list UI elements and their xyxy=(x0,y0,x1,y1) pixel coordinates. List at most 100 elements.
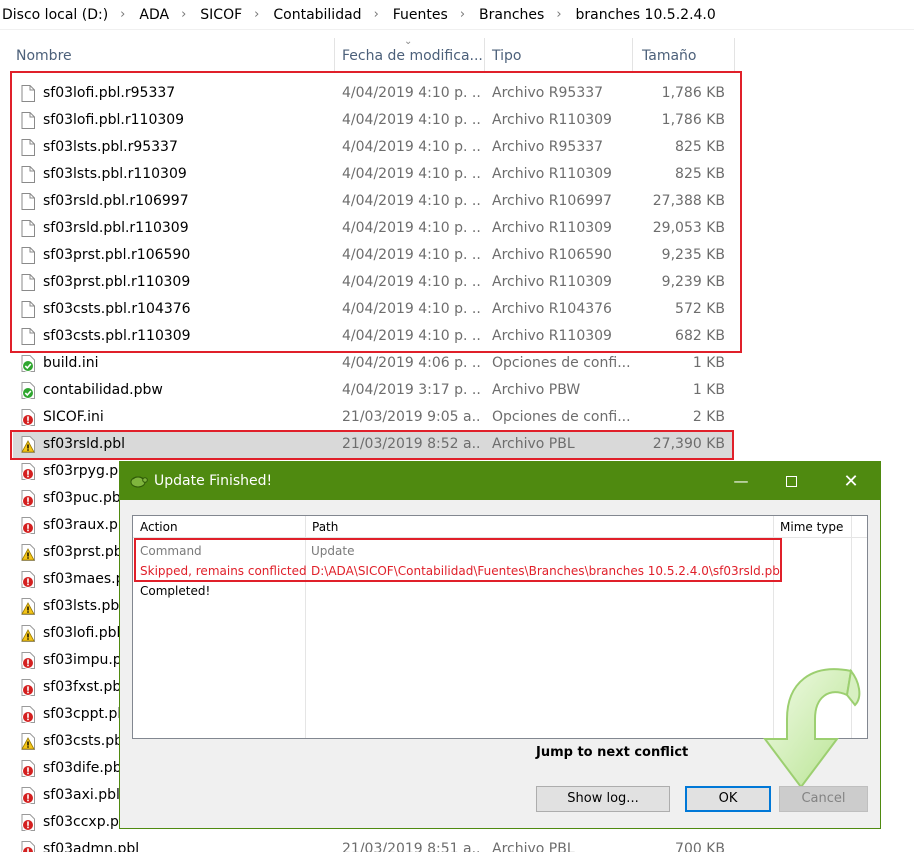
minimize-button[interactable]: — xyxy=(716,462,766,500)
file-size: 1 KB xyxy=(692,382,725,398)
breadcrumb-item[interactable]: branches 10.5.2.4.0 xyxy=(576,7,716,23)
breadcrumb-chevron-icon[interactable]: › xyxy=(181,7,186,22)
jump-to-next-conflict-link[interactable]: Jump to next conflict xyxy=(536,745,688,760)
file-date: 21/03/2019 8:52 a.... xyxy=(342,436,482,452)
update-finished-dialog: Update Finished! — ✕ Action Path Mime ty… xyxy=(119,461,881,829)
breadcrumb-item[interactable]: Disco local (D:) xyxy=(2,7,108,23)
update-arrow-icon xyxy=(763,668,861,789)
file-type: Archivo R106997 xyxy=(492,193,612,209)
breadcrumb-chevron-icon[interactable]: › xyxy=(374,7,379,22)
file-row[interactable]: sf03rsld.pbl.r110309 4/04/2019 4:10 p. ..… xyxy=(13,215,733,242)
ok-button[interactable]: OK xyxy=(685,786,771,812)
maximize-button[interactable] xyxy=(766,462,816,500)
file-row[interactable]: sf03csts.pbl.r104376 4/04/2019 4:10 p. ..… xyxy=(13,296,733,323)
file-size: 9,239 KB xyxy=(661,274,725,290)
file-name: sf03lofi.pbl.r95337 xyxy=(43,85,176,101)
result-path-skipped[interactable]: D:\ADA\SICOF\Contabilidad\Fuentes\Branch… xyxy=(311,561,783,581)
file-date: 21/03/2019 9:05 a.... xyxy=(342,409,482,425)
result-action-command[interactable]: Command xyxy=(140,541,202,561)
file-date: 4/04/2019 4:10 p. ... xyxy=(342,301,482,317)
file-row[interactable]: sf03csts.pbl.r110309 4/04/2019 4:10 p. ..… xyxy=(13,323,733,350)
file-row[interactable]: sf03lofi.pbl.r110309 4/04/2019 4:10 p. ..… xyxy=(13,107,733,134)
column-divider[interactable] xyxy=(484,38,485,72)
minimize-icon: — xyxy=(733,472,749,490)
breadcrumb-item[interactable]: SICOF xyxy=(200,7,242,23)
breadcrumb-item[interactable]: Branches xyxy=(479,7,544,23)
file-name: sf03lofi.pbl.r110309 xyxy=(43,112,185,128)
column-header: ⌄ Nombre Fecha de modifica... Tipo Tamañ… xyxy=(0,36,735,72)
file-size: 682 KB xyxy=(675,328,725,344)
file-date: 4/04/2019 4:10 p. ... xyxy=(342,247,482,263)
file-row[interactable]: sf03rsld.pbl.r106997 4/04/2019 4:10 p. ..… xyxy=(13,188,733,215)
file-date: 4/04/2019 4:10 p. ... xyxy=(342,166,482,182)
file-type: Archivo R104376 xyxy=(492,301,612,317)
column-divider[interactable] xyxy=(734,38,735,72)
file-size: 27,388 KB xyxy=(652,193,725,209)
breadcrumb-chevron-icon[interactable]: › xyxy=(254,7,259,22)
column-divider[interactable] xyxy=(334,38,335,72)
column-divider[interactable] xyxy=(632,38,633,72)
file-type: Archivo R110309 xyxy=(492,328,612,344)
file-name: sf03rsld.pbl.r110309 xyxy=(43,220,189,236)
results-column-path[interactable]: Path xyxy=(305,516,777,538)
column-date[interactable]: Fecha de modifica... xyxy=(336,38,484,72)
file-date: 4/04/2019 4:10 p. ... xyxy=(342,193,482,209)
breadcrumb-chevron-icon[interactable]: › xyxy=(460,7,465,22)
results-listview[interactable]: Action Path Mime type Command Update Ski… xyxy=(132,515,868,789)
result-path-command[interactable]: Update xyxy=(311,541,354,561)
breadcrumb: Disco local (D:) › ADA › SICOF › Contabilidad ›… xyxy=(0,0,914,30)
file-row[interactable]: sf03lsts.pbl.r110309 4/04/2019 4:10 p. ..… xyxy=(13,161,733,188)
file-size: 572 KB xyxy=(675,301,725,317)
breadcrumb-item[interactable]: ADA xyxy=(139,7,169,23)
file-name: sf03rsld.pbl.r106997 xyxy=(43,193,189,209)
file-size: 1,786 KB xyxy=(661,112,725,128)
file-type: Archivo PBL xyxy=(492,841,575,852)
results-column-action[interactable]: Action xyxy=(133,516,305,538)
file-type: Archivo PBW xyxy=(492,382,581,398)
column-name[interactable]: Nombre xyxy=(10,38,330,72)
file-row[interactable]: build.ini 4/04/2019 4:06 p. ... Opciones d… xyxy=(13,350,733,377)
file-row[interactable]: sf03admn.pbl 21/03/2019 8:51 a.... Archivo… xyxy=(13,836,733,852)
breadcrumb-item[interactable]: Contabilidad xyxy=(273,7,361,23)
file-name: build.ini xyxy=(43,355,99,371)
dialog-titlebar[interactable]: Update Finished! — ✕ xyxy=(120,462,880,500)
dialog-title: Update Finished! xyxy=(154,473,273,489)
cancel-button[interactable]: Cancel xyxy=(779,786,868,812)
file-row[interactable]: sf03prst.pbl.r110309 4/04/2019 4:10 p. ..… xyxy=(13,269,733,296)
results-column-mime[interactable]: Mime type xyxy=(773,516,853,538)
file-row[interactable]: SICOF.ini 21/03/2019 9:05 a.... Opciones d… xyxy=(13,404,733,431)
file-row[interactable]: sf03lofi.pbl.r95337 4/04/2019 4:10 p. ...… xyxy=(13,80,733,107)
column-size[interactable]: Tamaño xyxy=(636,38,732,72)
tortoise-icon xyxy=(130,476,148,488)
breadcrumb-chevron-icon[interactable]: › xyxy=(120,7,125,22)
file-row[interactable]: sf03prst.pbl.r106590 4/04/2019 4:10 p. ..… xyxy=(13,242,733,269)
file-type: Archivo R110309 xyxy=(492,220,612,236)
breadcrumb-chevron-icon[interactable]: › xyxy=(556,7,561,22)
file-type: Opciones de confi... xyxy=(492,409,631,425)
result-action-skipped[interactable]: Skipped, remains conflicted xyxy=(140,561,307,581)
file-date: 4/04/2019 3:17 p. ... xyxy=(342,382,482,398)
show-log-button[interactable]: Show log... xyxy=(536,786,670,812)
file-type: Opciones de confi... xyxy=(492,355,631,371)
file-date: 4/04/2019 4:10 p. ... xyxy=(342,85,482,101)
column-type[interactable]: Tipo xyxy=(486,38,632,72)
file-size: 1 KB xyxy=(692,355,725,371)
file-row[interactable]: sf03lsts.pbl.r95337 4/04/2019 4:10 p. ...… xyxy=(13,134,733,161)
file-size: 825 KB xyxy=(675,139,725,155)
file-type: Archivo R95337 xyxy=(492,139,604,155)
file-date: 4/04/2019 4:10 p. ... xyxy=(342,112,482,128)
file-type: Archivo PBL xyxy=(492,436,575,452)
file-row[interactable]: sf03rsld.pbl 21/03/2019 8:52 a.... Archivo… xyxy=(13,431,733,458)
file-type: Archivo R110309 xyxy=(492,112,612,128)
file-size: 2 KB xyxy=(692,409,725,425)
breadcrumb-item[interactable]: Fuentes xyxy=(393,7,448,23)
file-name: SICOF.ini xyxy=(43,409,104,425)
maximize-icon xyxy=(785,475,797,487)
results-column-divider[interactable] xyxy=(305,516,306,738)
file-type: Archivo R95337 xyxy=(492,85,604,101)
file-date: 4/04/2019 4:06 p. ... xyxy=(342,355,482,371)
close-button[interactable]: ✕ xyxy=(826,462,876,500)
file-row[interactable]: contabilidad.pbw 4/04/2019 3:17 p. ... Arc… xyxy=(13,377,733,404)
file-size: 9,235 KB xyxy=(661,247,725,263)
result-action-completed[interactable]: Completed! xyxy=(140,581,210,601)
